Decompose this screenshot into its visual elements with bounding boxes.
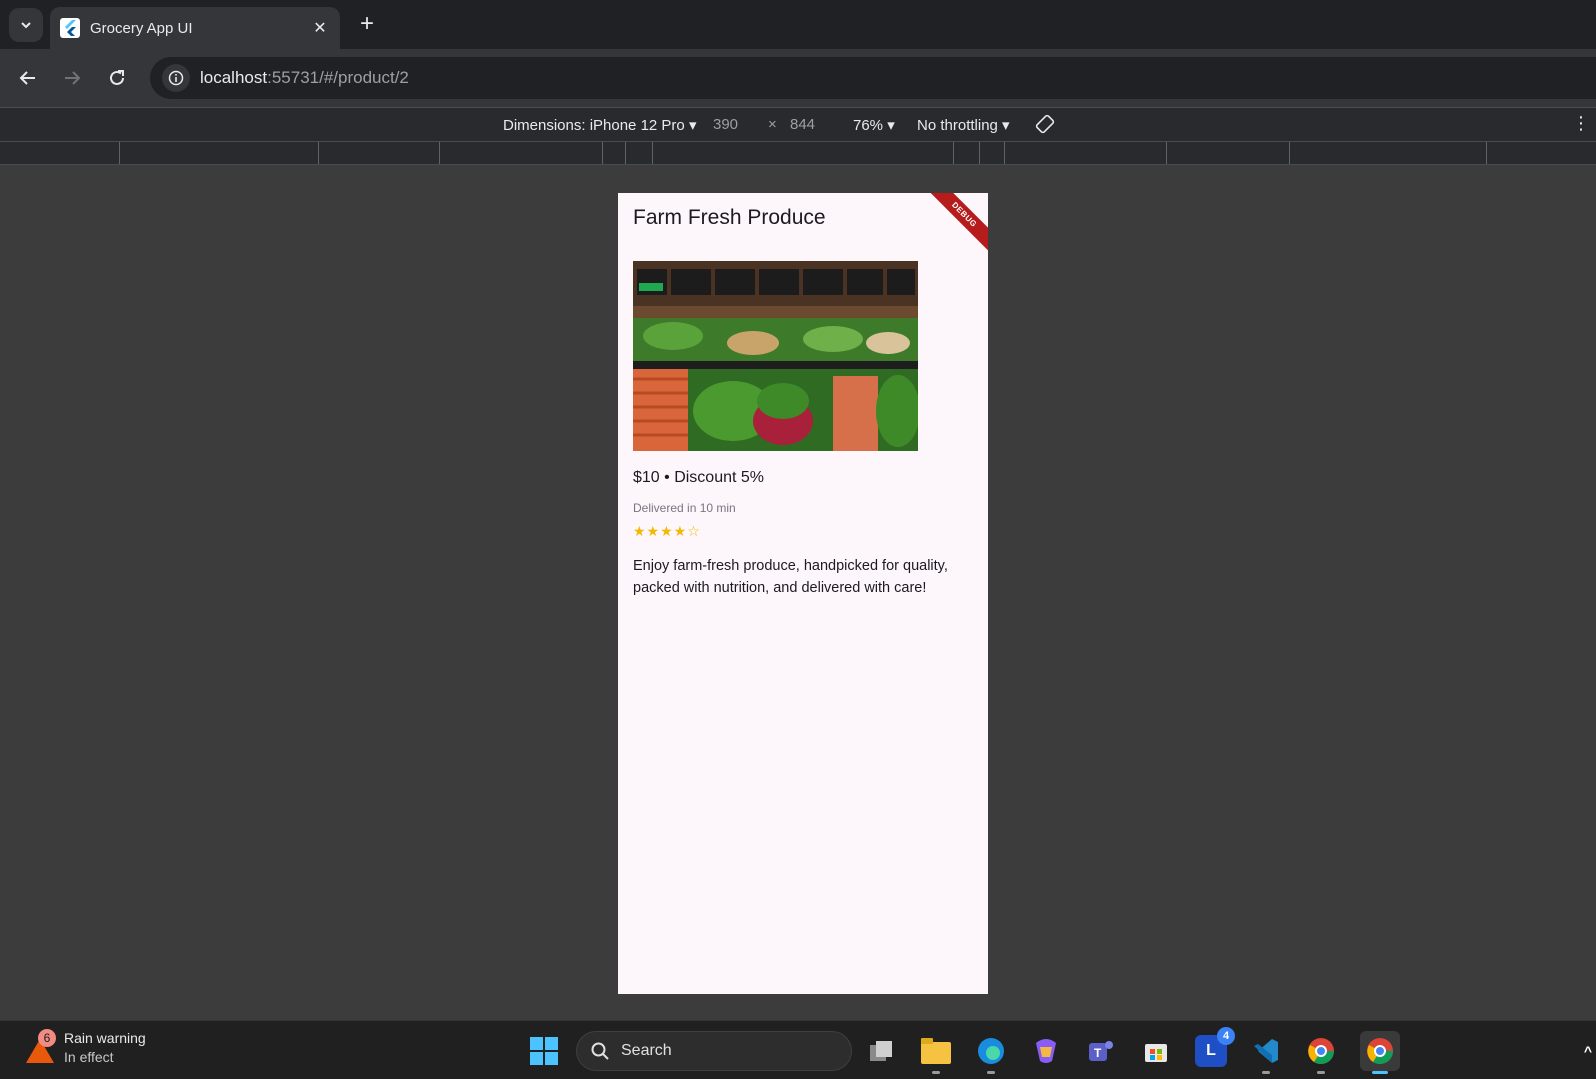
throttling-dropdown[interactable]: No throttling ▾ — [917, 116, 1010, 134]
windows-start-icon[interactable] — [528, 1035, 560, 1067]
star-rating: ★★★★☆ — [633, 523, 701, 539]
forward-button[interactable] — [58, 64, 86, 92]
lens-app-icon[interactable]: L4 — [1195, 1027, 1235, 1067]
caret-down-icon: ▾ — [688, 117, 697, 134]
times-label: × — [768, 116, 777, 133]
address-bar[interactable]: localhost:55731/#/product/2 — [150, 57, 1596, 99]
url-path: :55731/#/product/2 — [267, 68, 409, 87]
app-viewport: DEBUG Farm Fresh Produce $10 • Discount … — [618, 193, 988, 994]
lens-badge: 4 — [1217, 1027, 1235, 1045]
tab-search-button[interactable] — [9, 8, 43, 42]
flutter-icon — [60, 18, 80, 38]
caret-down-icon: ▾ — [1002, 117, 1010, 134]
dimensions-label: Dimensions: iPhone 12 Pro — [503, 117, 685, 134]
chrome-icon[interactable] — [1360, 1031, 1400, 1074]
back-button[interactable] — [14, 64, 42, 92]
teams-icon[interactable]: T — [1085, 1035, 1117, 1067]
media-query-ruler — [0, 141, 1596, 165]
rotate-icon[interactable] — [1034, 113, 1056, 139]
product-image — [633, 261, 918, 451]
caret-down-icon: ▾ — [887, 117, 895, 134]
zoom-dropdown[interactable]: 76% ▾ — [853, 116, 895, 134]
weather-subtitle: In effect — [64, 1049, 114, 1065]
more-options-icon[interactable]: ⋮ — [1572, 113, 1590, 134]
reload-button[interactable] — [103, 64, 131, 92]
height-input[interactable]: 844 — [790, 116, 815, 133]
windows-taskbar: 6 Rain warning In effect Search T L4 ^ — [0, 1020, 1596, 1079]
edge-icon[interactable] — [975, 1035, 1007, 1074]
task-view-icon[interactable] — [865, 1035, 897, 1067]
dimensions-dropdown[interactable]: Dimensions: iPhone 12 Pro ▾ — [503, 116, 696, 134]
chevron-down-icon — [21, 22, 31, 29]
price-discount-text: $10 • Discount 5% — [633, 469, 765, 486]
taskbar-search[interactable]: Search — [576, 1031, 852, 1071]
weather-badge: 6 — [38, 1029, 56, 1047]
svg-text:T: T — [1094, 1046, 1102, 1060]
arrow-left-icon — [19, 71, 35, 85]
site-info-icon[interactable] — [162, 64, 190, 92]
weather-warning-icon: 6 — [24, 1029, 56, 1063]
debug-banner: DEBUG — [922, 193, 988, 257]
throttling-label: No throttling — [917, 117, 998, 134]
tab-title: Grocery App UI — [90, 19, 193, 37]
new-tab-button[interactable]: + — [355, 12, 379, 36]
weather-title: Rain warning — [64, 1030, 146, 1046]
weather-widget[interactable]: 6 Rain warning In effect — [24, 1029, 146, 1067]
width-input[interactable]: 390 — [713, 116, 738, 133]
zoom-label: 76% — [853, 117, 884, 134]
chevron-up-icon[interactable]: ^ — [1580, 1035, 1596, 1067]
chrome-profile-icon[interactable] — [1305, 1035, 1337, 1074]
search-label: Search — [621, 1042, 672, 1059]
device-toolbar: Dimensions: iPhone 12 Pro ▾ 390 × 844 76… — [0, 107, 1596, 141]
browser-tab[interactable]: Grocery App UI ✕ — [50, 7, 340, 49]
tab-strip: Grocery App UI ✕ + — [0, 0, 1596, 49]
search-icon — [591, 1042, 609, 1060]
arrow-right-icon — [65, 71, 81, 85]
reload-icon — [110, 70, 124, 85]
url-host: localhost — [200, 68, 268, 87]
close-tab-icon[interactable]: ✕ — [310, 18, 330, 38]
copilot-icon[interactable] — [1030, 1035, 1062, 1067]
page-title: Farm Fresh Produce — [633, 206, 826, 229]
product-description: Enjoy farm-fresh produce, handpicked for… — [633, 558, 948, 596]
browser-toolbar: localhost:55731/#/product/2 — [0, 49, 1596, 107]
microsoft-store-icon[interactable] — [1140, 1035, 1172, 1067]
vscode-icon[interactable] — [1250, 1035, 1282, 1074]
delivery-text: Delivered in 10 min — [633, 501, 736, 515]
file-explorer-icon[interactable] — [920, 1035, 952, 1074]
